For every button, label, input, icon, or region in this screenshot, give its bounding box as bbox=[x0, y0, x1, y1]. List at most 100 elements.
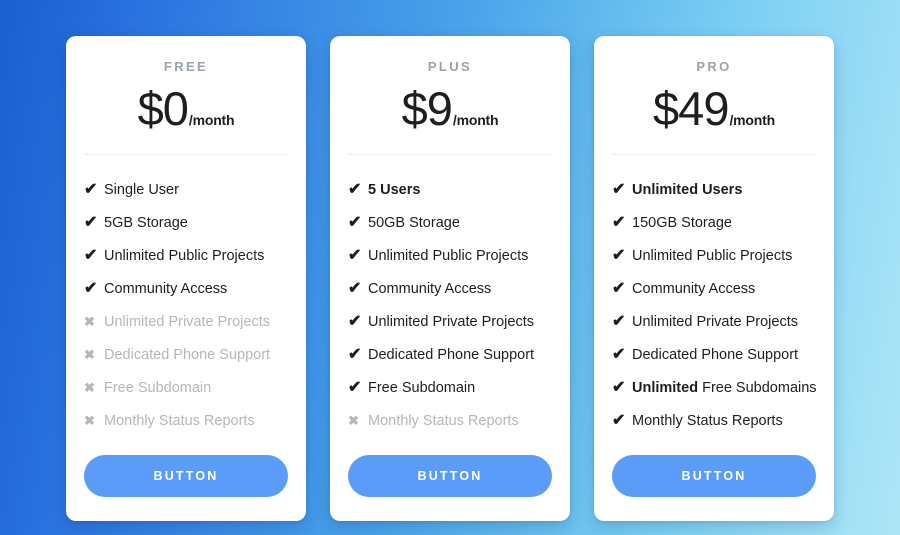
feature-item: ✔ 5 Users bbox=[348, 173, 552, 206]
feature-label: Unlimited Free Subdomains bbox=[632, 379, 817, 396]
cta-button[interactable]: BUTTON bbox=[84, 455, 288, 497]
feature-item: ✔ Community Access bbox=[84, 272, 288, 305]
check-icon: ✔ bbox=[348, 312, 362, 330]
check-icon: ✔ bbox=[84, 213, 98, 231]
pricing-card-free: FREE $0/month ✔ Single User ✔ 5GB Storage ✔ Unl… bbox=[66, 36, 306, 521]
pricing-page: FREE $0/month ✔ Single User ✔ 5GB Storage ✔ Unl… bbox=[0, 0, 900, 535]
feature-label-emphasis: Unlimited bbox=[632, 379, 699, 396]
cta-button[interactable]: BUTTON bbox=[612, 455, 816, 497]
feature-label: Unlimited Private Projects bbox=[632, 313, 798, 330]
feature-item: ✔ Dedicated Phone Support bbox=[612, 338, 816, 371]
feature-item: ✔ Unlimited Users bbox=[612, 173, 816, 206]
cta-wrapper: BUTTON bbox=[330, 437, 570, 521]
check-icon: ✔ bbox=[612, 378, 626, 396]
check-icon: ✔ bbox=[612, 312, 626, 330]
cross-icon: ✖ bbox=[84, 380, 95, 395]
feature-label: Monthly Status Reports bbox=[104, 412, 255, 429]
card-header: FREE $0/month bbox=[66, 36, 306, 132]
feature-label: 150GB Storage bbox=[632, 214, 732, 231]
feature-item: ✔ Unlimited Public Projects bbox=[84, 239, 288, 272]
check-icon: ✔ bbox=[84, 180, 98, 198]
feature-label: Free Subdomain bbox=[104, 379, 212, 396]
plan-name: PLUS bbox=[427, 59, 473, 74]
feature-item: ✖ Unlimited Private Projects bbox=[84, 305, 288, 338]
feature-label: Dedicated Phone Support bbox=[104, 346, 271, 363]
price-row: $9/month bbox=[348, 85, 552, 132]
feature-label: Unlimited Public Projects bbox=[104, 247, 265, 264]
feature-label: Dedicated Phone Support bbox=[632, 346, 799, 363]
feature-item: ✔ Unlimited Free Subdomains bbox=[612, 371, 817, 404]
pricing-card-plus: PLUS $9/month ✔ 5 Users ✔ 50GB Storage ✔ Unlimi… bbox=[330, 36, 570, 521]
cta-wrapper: BUTTON bbox=[66, 437, 306, 521]
feature-item: ✔ Community Access bbox=[348, 272, 552, 305]
cta-button[interactable]: BUTTON bbox=[348, 455, 552, 497]
check-icon: ✔ bbox=[612, 345, 626, 363]
feature-item: ✖ Dedicated Phone Support bbox=[84, 338, 288, 371]
cross-icon: ✖ bbox=[84, 413, 95, 428]
price-amount: $0 bbox=[137, 82, 189, 135]
feature-list: ✔ 5 Users ✔ 50GB Storage ✔ Unlimited Public P… bbox=[330, 155, 570, 437]
price-amount: $9 bbox=[401, 82, 453, 135]
check-icon: ✔ bbox=[348, 345, 362, 363]
feature-label: 5GB Storage bbox=[104, 214, 188, 231]
card-header: PLUS $9/month bbox=[330, 36, 570, 132]
feature-item: ✔ 50GB Storage bbox=[348, 206, 552, 239]
pricing-card-pro: PRO $49/month ✔ Unlimited Users ✔ 150GB Stora… bbox=[594, 36, 834, 521]
feature-label: Community Access bbox=[104, 280, 228, 297]
feature-item: ✔ Free Subdomain bbox=[348, 371, 552, 404]
feature-item: ✔ 5GB Storage bbox=[84, 206, 288, 239]
check-icon: ✔ bbox=[84, 279, 98, 297]
plan-name: PRO bbox=[696, 59, 732, 74]
price-row: $0/month bbox=[84, 85, 288, 132]
check-icon: ✔ bbox=[612, 411, 626, 429]
check-icon: ✔ bbox=[84, 246, 98, 264]
price-row: $49/month bbox=[612, 85, 816, 132]
feature-item: ✔ Unlimited Private Projects bbox=[612, 305, 816, 338]
feature-label: Unlimited Private Projects bbox=[368, 313, 534, 330]
check-icon: ✔ bbox=[612, 246, 626, 264]
feature-label: Community Access bbox=[632, 280, 756, 297]
check-icon: ✔ bbox=[348, 246, 362, 264]
feature-item: ✔ Unlimited Private Projects bbox=[348, 305, 552, 338]
feature-item: ✖ Monthly Status Reports bbox=[348, 404, 552, 437]
check-icon: ✔ bbox=[348, 378, 362, 396]
cross-icon: ✖ bbox=[348, 413, 359, 428]
cta-wrapper: BUTTON bbox=[594, 437, 834, 521]
feature-item: ✖ Free Subdomain bbox=[84, 371, 288, 404]
check-icon: ✔ bbox=[348, 213, 362, 231]
feature-label: Monthly Status Reports bbox=[368, 412, 519, 429]
feature-item: ✔ Single User bbox=[84, 173, 288, 206]
price-period: /month bbox=[188, 112, 235, 128]
price-amount: $49 bbox=[653, 82, 729, 135]
feature-label: Unlimited Public Projects bbox=[368, 247, 529, 264]
feature-label: Community Access bbox=[368, 280, 492, 297]
feature-item: ✔ Unlimited Public Projects bbox=[348, 239, 552, 272]
feature-list: ✔ Single User ✔ 5GB Storage ✔ Unlimited Publi… bbox=[66, 155, 306, 437]
feature-label: 5 Users bbox=[368, 181, 421, 198]
feature-label: Free Subdomain bbox=[368, 379, 476, 396]
cross-icon: ✖ bbox=[84, 347, 95, 362]
feature-item: ✔ Dedicated Phone Support bbox=[348, 338, 552, 371]
feature-list: ✔ Unlimited Users ✔ 150GB Storage ✔ Unlimited… bbox=[594, 155, 834, 437]
plan-name: FREE bbox=[163, 59, 209, 74]
feature-item: ✔ Monthly Status Reports bbox=[612, 404, 816, 437]
check-icon: ✔ bbox=[348, 180, 362, 198]
feature-label: Unlimited Private Projects bbox=[104, 313, 270, 330]
pricing-card-list: FREE $0/month ✔ Single User ✔ 5GB Storage ✔ Unl… bbox=[66, 36, 834, 521]
feature-item: ✔ Community Access bbox=[612, 272, 816, 305]
check-icon: ✔ bbox=[612, 279, 626, 297]
feature-label: Monthly Status Reports bbox=[632, 412, 783, 429]
feature-label: Dedicated Phone Support bbox=[368, 346, 535, 363]
feature-label: Unlimited Users bbox=[632, 181, 743, 198]
check-icon: ✔ bbox=[348, 279, 362, 297]
card-header: PRO $49/month bbox=[594, 36, 834, 132]
feature-item: ✔ 150GB Storage bbox=[612, 206, 816, 239]
price-period: /month bbox=[729, 112, 775, 128]
feature-item: ✔ Unlimited Public Projects bbox=[612, 239, 816, 272]
feature-item: ✖ Monthly Status Reports bbox=[84, 404, 288, 437]
feature-label: 50GB Storage bbox=[368, 214, 460, 231]
cross-icon: ✖ bbox=[84, 314, 95, 329]
feature-label: Unlimited Public Projects bbox=[632, 247, 793, 264]
check-icon: ✔ bbox=[612, 213, 626, 231]
check-icon: ✔ bbox=[612, 180, 626, 198]
